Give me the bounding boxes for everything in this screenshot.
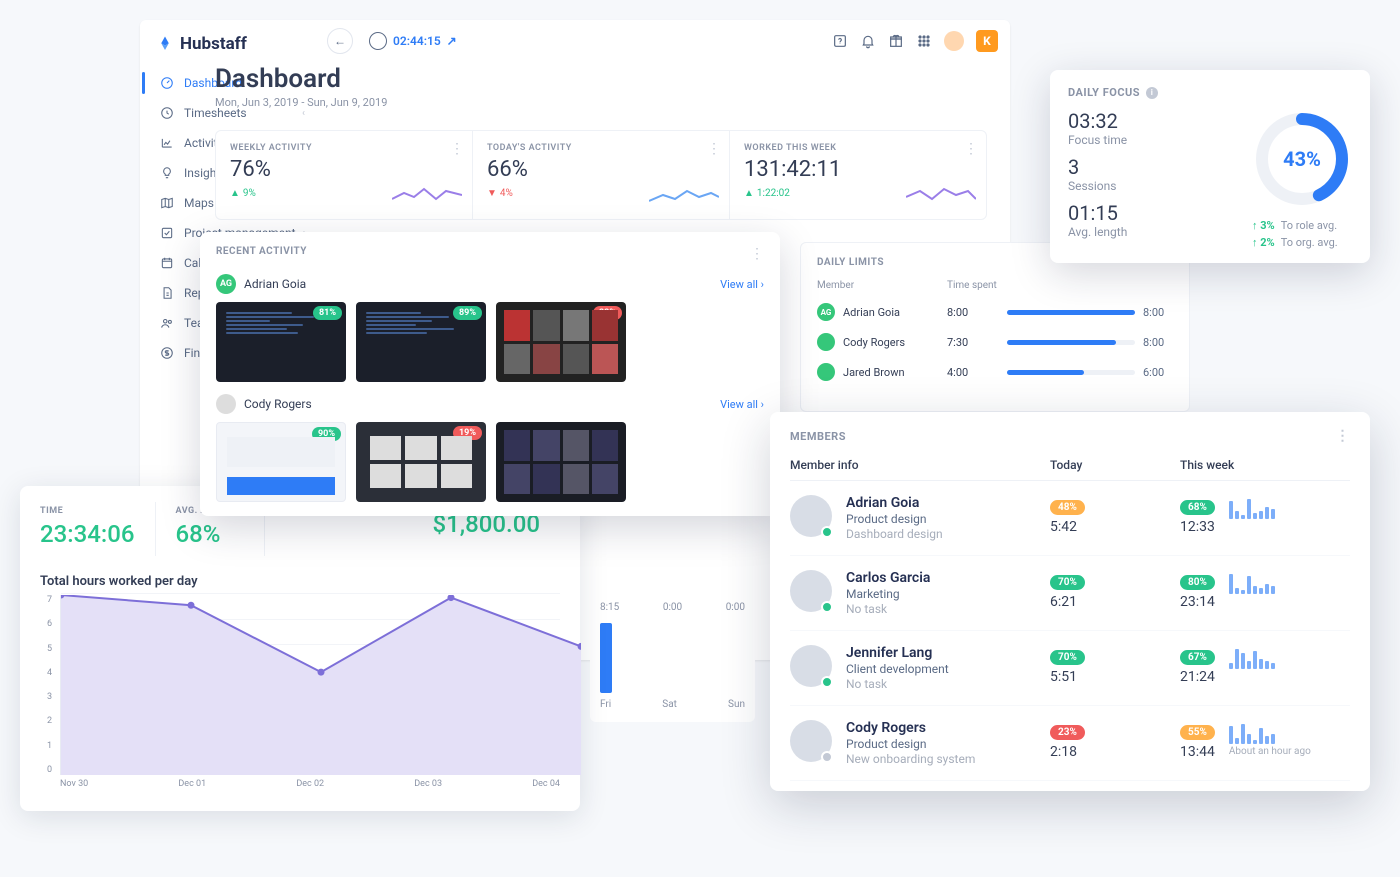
timer-value: 02:44:15	[393, 34, 441, 48]
sparkline	[906, 181, 976, 209]
more-icon[interactable]: ⋮	[750, 246, 764, 262]
avatar	[817, 333, 835, 351]
bulb-icon	[160, 166, 174, 180]
avatar: AG	[817, 303, 835, 321]
summary-card: TIME23:34:06 AVG. ACTIVITY68% $1,800.00 …	[20, 486, 580, 811]
avg-activity: 68%	[176, 520, 245, 548]
activity-pill: 67%	[1180, 650, 1215, 665]
view-all-link[interactable]: View all ›	[720, 278, 764, 291]
calendar-icon	[160, 256, 174, 270]
daily-focus-card: DAILY FOCUS i 03:32Focus time 3Sessions …	[1050, 70, 1370, 263]
logo[interactable]: Hubstaff	[140, 28, 315, 68]
map-icon	[160, 196, 174, 210]
status-dot	[821, 676, 833, 688]
hours-chart: 76543210 Nov 30Dec 01Dec 02Dec 03Dec 04	[40, 595, 560, 795]
daily-limit-row: Cody Rogers7:308:00	[817, 333, 1173, 351]
activity-pill: 70%	[1050, 650, 1085, 665]
screenshot-thumb[interactable]: 81%	[216, 302, 346, 382]
timer-widget[interactable]: 02:44:15 ↗	[369, 32, 457, 50]
bell-icon[interactable]	[860, 33, 876, 49]
chart-title: Total hours worked per day	[40, 574, 560, 589]
activity-pill: 55%	[1180, 725, 1215, 740]
focus-compare: ↑ 3% To role avg. ↑ 2% To org. avg.	[1252, 219, 1352, 249]
member-row[interactable]: Adrian GoiaProduct designDashboard desig…	[790, 481, 1350, 556]
activity-pill: 23%	[1050, 725, 1085, 740]
daily-limits-card: DAILY LIMITS MemberTime spent AGAdrian G…	[800, 242, 1190, 412]
avatar	[216, 394, 236, 414]
member-row[interactable]: Jennifer LangClient developmentNo task 7…	[790, 631, 1350, 706]
status-dot	[821, 601, 833, 613]
topbar: ← 02:44:15 ↗ K	[315, 20, 1010, 62]
member-row[interactable]: Cody RogersProduct designNew onboarding …	[790, 706, 1350, 781]
expand-icon: ↗	[447, 34, 457, 48]
mini-bar-chart	[1229, 720, 1311, 744]
timeline-bar	[600, 623, 612, 693]
limit-bar	[1007, 370, 1135, 375]
recent-activity-card: RECENT ACTIVITY⋮ AG Adrian Goia View all…	[200, 232, 780, 516]
recent-user-row: AG Adrian Goia View all ›	[216, 274, 764, 294]
avatar	[790, 495, 832, 537]
sparkline	[649, 181, 719, 209]
chart-icon	[160, 136, 174, 150]
activity-pill: 80%	[1180, 575, 1215, 590]
mini-bar-chart	[1229, 570, 1275, 594]
recent-user-row: Cody Rogers View all ›	[216, 394, 764, 414]
user-avatar[interactable]	[944, 31, 964, 51]
avatar	[790, 570, 832, 612]
more-icon[interactable]: ⋮	[1336, 428, 1351, 444]
status-dot	[821, 751, 833, 763]
screenshot-thumb[interactable]: 23%	[496, 302, 626, 382]
status-dot	[821, 526, 833, 538]
activity-pill: 70%	[1050, 575, 1085, 590]
apps-icon[interactable]	[916, 33, 932, 49]
stopwatch-icon	[369, 32, 387, 50]
stats-row: WEEKLY ACTIVITY 76% ▲ 9% ⋮ TODAY'S ACTIV…	[215, 130, 987, 220]
members-card: MEMBERS⋮ Member info Today This week Adr…	[770, 412, 1370, 791]
brand-name: Hubstaff	[180, 34, 247, 54]
more-icon[interactable]: ⋮	[707, 141, 721, 157]
sparkline	[392, 181, 462, 209]
timeline-peek: 8:150:000:00 FriSatSun	[590, 592, 755, 722]
more-icon[interactable]: ⋮	[450, 141, 464, 157]
mini-bar-chart	[1229, 645, 1275, 669]
clock-icon	[160, 106, 174, 120]
help-icon[interactable]	[832, 33, 848, 49]
avatar	[790, 720, 832, 762]
mini-bar-chart	[1229, 495, 1275, 519]
screenshot-thumb[interactable]	[496, 422, 626, 502]
stat-weekly: WEEKLY ACTIVITY 76% ▲ 9% ⋮	[216, 131, 473, 219]
hubstaff-logo-icon	[156, 35, 174, 53]
daily-limit-row: AGAdrian Goia8:008:00	[817, 303, 1173, 321]
activity-pill: 48%	[1050, 500, 1085, 515]
screenshot-thumb[interactable]: 90%	[216, 422, 346, 502]
dollar-icon	[160, 346, 174, 360]
avatar: AG	[216, 274, 236, 294]
gift-icon[interactable]	[888, 33, 904, 49]
focus-donut: 43%	[1252, 109, 1352, 209]
daily-limit-row: Jared Brown4:006:00	[817, 363, 1173, 381]
avatar	[790, 645, 832, 687]
stat-today: TODAY'S ACTIVITY 66% ▼ 4% ⋮	[473, 131, 730, 219]
info-icon[interactable]: i	[1146, 87, 1158, 99]
screenshot-thumb[interactable]: 89%	[356, 302, 486, 382]
chevron-left-icon: ‹	[302, 108, 305, 119]
avatar	[817, 363, 835, 381]
screenshot-thumb[interactable]: 19%	[356, 422, 486, 502]
view-all-link[interactable]: View all ›	[720, 398, 764, 411]
more-icon[interactable]: ⋮	[964, 141, 978, 157]
gauge-icon	[160, 76, 174, 90]
member-row[interactable]: Carlos GarciaMarketingNo task 70%6:21 80…	[790, 556, 1350, 631]
check-square-icon	[160, 226, 174, 240]
users-icon	[160, 316, 174, 330]
org-switcher[interactable]: K	[976, 30, 998, 52]
limit-bar	[1007, 340, 1135, 345]
top-icons: K	[832, 30, 998, 52]
total-time: 23:34:06	[40, 520, 135, 548]
file-icon	[160, 286, 174, 300]
limit-bar	[1007, 310, 1135, 315]
activity-pill: 68%	[1180, 500, 1215, 515]
back-button[interactable]: ←	[327, 28, 353, 54]
stat-worked: WORKED THIS WEEK 131:42:11 ▲ 1:22:02 ⋮	[730, 131, 986, 219]
